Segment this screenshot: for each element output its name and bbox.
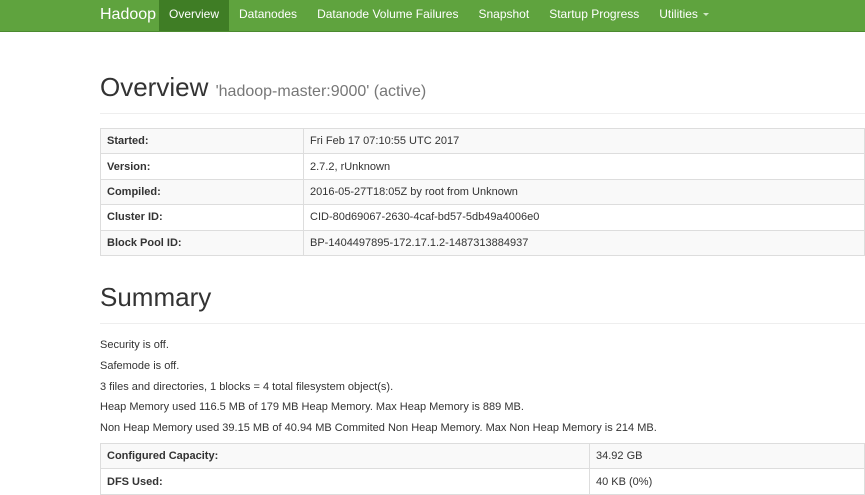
nav-item-datanodes: Datanodes — [229, 0, 307, 31]
table-row: Version: 2.7.2, rUnknown — [100, 153, 865, 180]
table-row: Block Pool ID: BP-1404497895-172.17.1.2-1… — [100, 229, 865, 256]
nav-item-volume-failures: Datanode Volume Failures — [307, 0, 468, 31]
overview-title: Overview 'hadoop-master:9000' (active) — [100, 70, 865, 109]
nav-link-snapshot[interactable]: Snapshot — [468, 0, 539, 31]
summary-line: Safemode is off. — [100, 359, 180, 372]
row-key: Compiled: — [100, 178, 304, 206]
nav-item-snapshot: Snapshot — [468, 0, 539, 31]
table-row: Compiled: 2016-05-27T18:05Z by root from … — [100, 178, 865, 206]
nav-item-startup-progress: Startup Progress — [539, 0, 649, 31]
row-key: DFS Used: — [100, 468, 590, 495]
nav-item-overview: Overview — [159, 0, 230, 31]
overview-header: Overview 'hadoop-master:9000' (active) — [100, 70, 865, 114]
overview-title-text: Overview — [100, 72, 209, 102]
top-navbar: Hadoop Overview Datanodes Datanode Volum… — [0, 0, 865, 32]
nav-link-datanodes[interactable]: Datanodes — [229, 0, 307, 31]
main-nav: Overview Datanodes Datanode Volume Failu… — [159, 0, 719, 31]
summary-line: Heap Memory used 116.5 MB of 179 MB Heap… — [100, 401, 524, 414]
row-key: Version: — [100, 153, 304, 180]
summary-table: Configured Capacity: 34.92 GB DFS Used: 40… — [100, 442, 865, 495]
table-row: Configured Capacity: 34.92 GB — [100, 442, 865, 470]
brand-link[interactable]: Hadoop — [100, 0, 156, 31]
summary-line: Security is off. — [100, 339, 169, 351]
nav-item-utilities: Utilities — [649, 0, 719, 31]
row-value: 40 KB (0%) — [589, 468, 865, 495]
summary-header: Summary — [100, 280, 865, 324]
table-row: Cluster ID: CID-80d69067-2630-4caf-bd57-5… — [100, 204, 865, 231]
row-key: Started: — [100, 127, 304, 155]
table-row: DFS Used: 40 KB (0%) — [100, 468, 865, 495]
overview-subtitle: 'hadoop-master:9000' (active) — [215, 83, 427, 100]
row-value: CID-80d69067-2630-4caf-bd57-5db49a4006e0 — [303, 204, 865, 231]
row-value: 2016-05-27T18:05Z by root from Unknown — [303, 178, 865, 206]
nav-link-overview[interactable]: Overview — [159, 0, 230, 31]
row-value: 2.7.2, rUnknown — [303, 153, 865, 180]
nav-link-utilities[interactable]: Utilities — [649, 0, 719, 31]
nav-link-volume-failures[interactable]: Datanode Volume Failures — [307, 0, 468, 31]
row-value: Fri Feb 17 07:10:55 UTC 2017 — [303, 127, 865, 155]
utilities-label: Utilities — [659, 7, 698, 21]
row-value: 34.92 GB — [589, 442, 865, 470]
summary-line: Non Heap Memory used 39.15 MB of 40.94 M… — [100, 422, 657, 435]
row-key: Cluster ID: — [100, 204, 304, 231]
row-value: BP-1404497895-172.17.1.2-1487313884937 — [303, 229, 865, 256]
row-key: Block Pool ID: — [100, 229, 304, 256]
dropdown-caret-icon — [702, 13, 709, 17]
summary-title: Summary — [100, 282, 212, 312]
overview-table: Started: Fri Feb 17 07:10:55 UTC 2017 Ver… — [100, 127, 865, 256]
summary-line: 3 files and directories, 1 blocks = 4 to… — [100, 380, 394, 393]
summary-text: Security is off. Safemode is off. 3 file… — [100, 335, 657, 439]
nav-link-startup-progress[interactable]: Startup Progress — [539, 0, 649, 31]
row-key: Configured Capacity: — [100, 442, 590, 470]
table-row: Started: Fri Feb 17 07:10:55 UTC 2017 — [100, 127, 865, 155]
